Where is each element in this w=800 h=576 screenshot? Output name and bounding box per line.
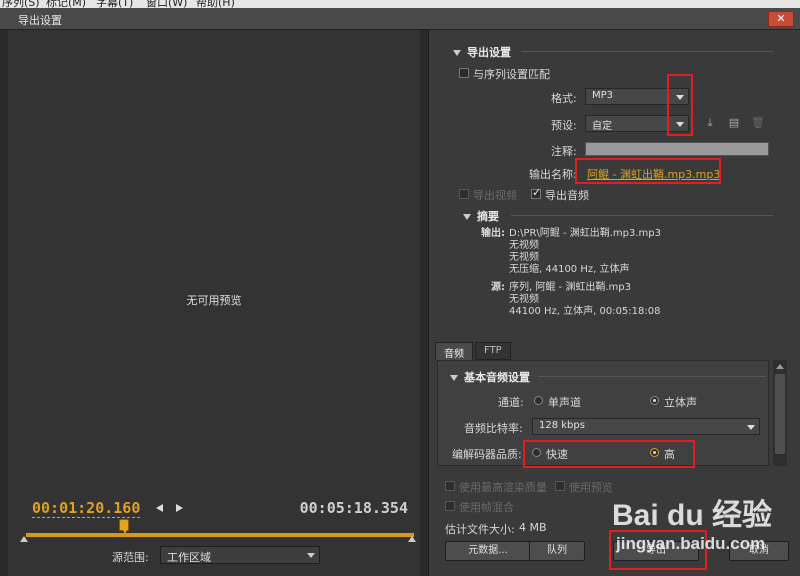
import-preset-icon[interactable]: ▤ (727, 117, 741, 129)
summary-output-line: D:\PR\阿鲲 - 渊虹出鞘.mp3.mp3 (509, 228, 662, 239)
summary-heading[interactable]: 摘要 (463, 208, 499, 224)
format-value: MP3 (592, 90, 614, 101)
summary-output-label: 输出: (481, 228, 505, 239)
format-label: 格式: (551, 92, 577, 105)
metadata-button[interactable]: 元数据... (445, 541, 531, 561)
timeline-track[interactable] (26, 533, 414, 537)
summary-output-line: 无视频 (509, 240, 539, 251)
scroll-thumb[interactable] (775, 374, 785, 454)
comment-label: 注释: (551, 145, 577, 158)
source-range-label: 源范围: (112, 551, 149, 564)
divider (511, 215, 773, 216)
scroll-up-icon[interactable] (776, 364, 784, 369)
tab-ftp[interactable]: FTP (475, 342, 511, 360)
app-menubar-remnant: 序列(S) 标记(M) 字幕(T) 窗口(W) 帮助(H) (0, 0, 800, 8)
match-sequence-label: 与序列设置匹配 (473, 68, 550, 81)
bitrate-label: 音频比特率: (464, 422, 523, 435)
export-video-label: 导出视频 (473, 189, 517, 202)
dialog-titlebar: 导出设置 ✕ (0, 8, 800, 30)
annotation-highlight-box (609, 530, 707, 570)
mono-label: 单声道 (548, 396, 581, 409)
collapse-triangle-icon (450, 375, 458, 381)
annotation-highlight-box (575, 158, 721, 184)
summary-source-label: 源: (491, 282, 505, 293)
comment-field[interactable] (585, 142, 769, 156)
summary-source-line: 序列, 阿鲲 - 渊虹出鞘.mp3 (509, 282, 631, 293)
export-settings-heading[interactable]: 导出设置 (453, 44, 511, 60)
use-preview-checkbox[interactable] (555, 481, 565, 491)
summary-source-line: 无视频 (509, 294, 539, 305)
output-name-label: 输出名称: (529, 168, 577, 181)
preset-label: 预设: (551, 119, 577, 132)
queue-button[interactable]: 队列 (529, 541, 585, 561)
close-button[interactable]: ✕ (768, 11, 794, 27)
settings-panel: 导出设置 与序列设置匹配 格式: MP3 预设: 自定 ⤓ ▤ 🗑 注释: 输出… (428, 30, 800, 576)
basic-audio-heading[interactable]: 基本音频设置 (450, 369, 530, 385)
divider (521, 51, 773, 52)
collapse-triangle-icon (463, 214, 471, 220)
preview-panel: 无可用预览 00:01:20.160 00:05:18.354 源范围: 工作区… (8, 30, 420, 576)
stereo-label: 立体声 (664, 396, 697, 409)
preset-value: 自定 (592, 121, 612, 132)
source-range-select[interactable]: 工作区域 (160, 546, 320, 564)
end-timecode: 00:05:18.354 (299, 499, 408, 517)
codec-quality-label: 编解码器品质: (452, 448, 522, 461)
file-size-label: 估计文件大小: (445, 523, 515, 536)
chevron-down-icon (307, 553, 315, 558)
summary-source-line: 44100 Hz, 立体声, 00:05:18:08 (509, 306, 661, 317)
audio-scrollbar[interactable] (773, 360, 787, 466)
bitrate-select[interactable]: 128 kbps (532, 418, 760, 435)
channels-label: 通道: (498, 396, 524, 409)
annotation-highlight-box (667, 74, 693, 136)
match-sequence-checkbox[interactable] (459, 68, 469, 78)
settings-tabs: 音频 FTP (429, 340, 800, 360)
max-render-label: 使用最高渲染质量 (459, 481, 547, 494)
collapse-triangle-icon (453, 50, 461, 56)
delete-preset-icon[interactable]: 🗑 (751, 117, 765, 129)
file-size-value: 4 MB (519, 521, 547, 534)
max-render-checkbox[interactable] (445, 481, 455, 491)
bitrate-value: 128 kbps (539, 420, 585, 431)
chevron-down-icon (747, 425, 755, 430)
export-video-checkbox[interactable] (459, 189, 469, 199)
current-timecode[interactable]: 00:01:20.160 (32, 499, 141, 518)
save-preset-icon[interactable]: ⤓ (703, 117, 717, 129)
no-preview-text: 无可用预览 (186, 294, 242, 307)
playhead-icon[interactable] (119, 519, 129, 534)
summary-output-line: 无压缩, 44100 Hz, 立体声 (509, 264, 630, 275)
cancel-button[interactable]: 取消 (729, 541, 789, 561)
source-range-value: 工作区域 (167, 551, 211, 564)
use-preview-label: 使用预览 (569, 481, 613, 494)
set-out-point-icon[interactable] (176, 504, 183, 512)
export-audio-label: 导出音频 (545, 189, 589, 202)
tab-audio[interactable]: 音频 (435, 342, 473, 360)
summary-output-line: 无视频 (509, 252, 539, 263)
divider (538, 376, 766, 377)
dialog-title: 导出设置 (18, 14, 62, 27)
export-audio-checkbox[interactable] (531, 186, 541, 199)
mono-radio[interactable] (534, 396, 543, 405)
frame-blend-label: 使用帧混合 (459, 501, 514, 514)
frame-blend-checkbox[interactable] (445, 501, 455, 511)
annotation-highlight-box (523, 440, 695, 468)
set-in-point-icon[interactable] (156, 504, 163, 512)
range-end-handle-icon[interactable] (408, 536, 416, 542)
range-start-handle-icon[interactable] (20, 536, 28, 542)
stereo-radio[interactable] (650, 396, 659, 405)
